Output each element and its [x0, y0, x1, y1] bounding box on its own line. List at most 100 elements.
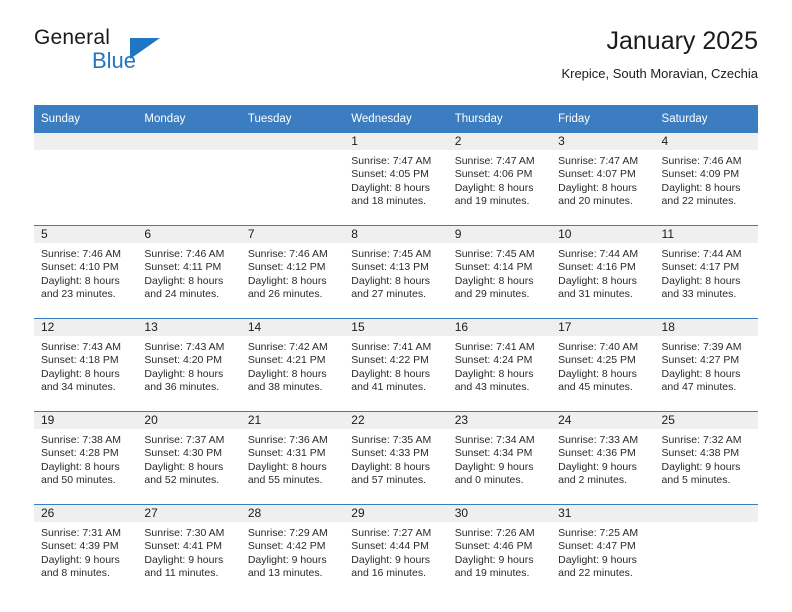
- calendar-day: 4 Sunrise: 7:46 AM Sunset: 4:09 PM Daylight…: [654, 133, 758, 225]
- calendar-day-empty: [654, 505, 758, 597]
- calendar-day-cell[interactable]: 12 Sunrise: 7:43 AM Sunset: 4:18 PM Dayligh…: [34, 318, 138, 412]
- day-number: 11: [654, 226, 758, 243]
- calendar-day: 17 Sunrise: 7:40 AM Sunset: 4:25 PM Dayligh…: [551, 319, 655, 411]
- calendar-day-cell[interactable]: 2 Sunrise: 7:47 AM Sunset: 4:06 PM Daylight…: [447, 132, 552, 226]
- sunrise-time: Sunrise: 7:37 AM: [144, 434, 225, 446]
- daylight-duration-line1: Daylight: 8 hours: [144, 460, 224, 473]
- calendar-day-empty: [240, 133, 345, 225]
- sunrise-time: Sunrise: 7:46 AM: [247, 248, 328, 260]
- calendar-day-cell[interactable]: 24 Sunrise: 7:33 AM Sunset: 4:36 PM Dayligh…: [551, 411, 655, 505]
- sunrise-time: Sunrise: 7:47 AM: [454, 155, 535, 167]
- sunrise-time: Sunrise: 7:32 AM: [661, 434, 742, 446]
- calendar-day-cell[interactable]: 13 Sunrise: 7:43 AM Sunset: 4:20 PM Dayligh…: [137, 318, 241, 412]
- calendar-day-cell[interactable]: 19 Sunrise: 7:38 AM Sunset: 4:28 PM Dayligh…: [34, 411, 138, 505]
- calendar-day-cell: [137, 132, 241, 226]
- sunrise-time: Sunrise: 7:31 AM: [41, 527, 121, 539]
- weekday-header-tuesday: Tuesday: [240, 105, 345, 133]
- daylight-duration-line1: Daylight: 8 hours: [41, 367, 120, 380]
- daylight-duration-line2: and 33 minutes.: [661, 288, 737, 301]
- daylight-duration-line2: and 24 minutes.: [144, 288, 220, 301]
- calendar-day-cell[interactable]: 17 Sunrise: 7:40 AM Sunset: 4:25 PM Dayligh…: [551, 318, 655, 412]
- daylight-duration-line2: and 57 minutes.: [351, 474, 426, 487]
- calendar-day-cell[interactable]: 6 Sunrise: 7:46 AM Sunset: 4:11 PM Daylight…: [137, 225, 241, 319]
- daylight-duration-line2: and 16 minutes.: [351, 567, 426, 580]
- day-number: 24: [551, 412, 655, 429]
- calendar-day-empty: [137, 133, 241, 225]
- calendar-day-cell[interactable]: 27 Sunrise: 7:30 AM Sunset: 4:41 PM Dayligh…: [137, 504, 241, 597]
- sunset-time: Sunset: 4:44 PM: [351, 540, 429, 553]
- calendar-day: 10 Sunrise: 7:44 AM Sunset: 4:16 PM Dayligh…: [551, 226, 655, 318]
- sunrise-time: Sunrise: 7:40 AM: [558, 341, 639, 353]
- daylight-duration-line2: and 13 minutes.: [247, 567, 323, 580]
- calendar-day-cell[interactable]: 18 Sunrise: 7:39 AM Sunset: 4:27 PM Dayligh…: [654, 318, 758, 412]
- sunset-time: Sunset: 4:38 PM: [661, 447, 740, 460]
- weekday-header-friday: Friday: [551, 105, 655, 133]
- sunset-time: Sunset: 4:39 PM: [41, 540, 119, 553]
- day-number: 1: [344, 133, 448, 150]
- daylight-duration-line2: and 29 minutes.: [454, 288, 530, 301]
- day-number: 15: [344, 319, 448, 336]
- day-number: 21: [240, 412, 345, 429]
- sunset-time: Sunset: 4:18 PM: [41, 354, 119, 367]
- day-number: 19: [34, 412, 138, 429]
- calendar-day-cell[interactable]: 26 Sunrise: 7:31 AM Sunset: 4:39 PM Dayligh…: [34, 504, 138, 597]
- day-details: Sunrise: 7:32 AM Sunset: 4:38 PM Daylight:…: [655, 429, 758, 488]
- calendar-day-cell[interactable]: 22 Sunrise: 7:35 AM Sunset: 4:33 PM Dayligh…: [344, 411, 448, 505]
- daylight-duration-line2: and 22 minutes.: [558, 567, 633, 580]
- sunrise-time: Sunrise: 7:29 AM: [247, 527, 328, 539]
- daylight-duration-line1: Daylight: 8 hours: [144, 367, 224, 380]
- calendar-day: 31 Sunrise: 7:25 AM Sunset: 4:47 PM Dayligh…: [551, 505, 655, 597]
- sunset-time: Sunset: 4:07 PM: [558, 168, 636, 181]
- calendar-day-cell[interactable]: 23 Sunrise: 7:34 AM Sunset: 4:34 PM Dayligh…: [447, 411, 552, 505]
- calendar-day-cell[interactable]: 16 Sunrise: 7:41 AM Sunset: 4:24 PM Dayligh…: [447, 318, 552, 412]
- sunrise-time: Sunrise: 7:44 AM: [558, 248, 639, 260]
- day-number: 10: [551, 226, 655, 243]
- day-details: Sunrise: 7:41 AM Sunset: 4:24 PM Daylight:…: [448, 336, 551, 395]
- sunset-time: Sunset: 4:09 PM: [661, 168, 740, 181]
- day-number: [34, 133, 138, 150]
- calendar-day-cell[interactable]: 31 Sunrise: 7:25 AM Sunset: 4:47 PM Dayligh…: [551, 504, 655, 597]
- day-details: Sunrise: 7:46 AM Sunset: 4:12 PM Daylight:…: [241, 243, 344, 302]
- calendar-day-cell[interactable]: 15 Sunrise: 7:41 AM Sunset: 4:22 PM Dayligh…: [344, 318, 448, 412]
- day-number: 7: [240, 226, 345, 243]
- calendar-day-cell[interactable]: 21 Sunrise: 7:36 AM Sunset: 4:31 PM Dayligh…: [240, 411, 345, 505]
- day-details: Sunrise: 7:30 AM Sunset: 4:41 PM Daylight:…: [137, 522, 240, 581]
- calendar-day-cell[interactable]: 25 Sunrise: 7:32 AM Sunset: 4:38 PM Dayligh…: [654, 411, 758, 505]
- day-number: 12: [34, 319, 138, 336]
- calendar-day-cell[interactable]: 28 Sunrise: 7:29 AM Sunset: 4:42 PM Dayligh…: [240, 504, 345, 597]
- calendar-day-cell[interactable]: 9 Sunrise: 7:45 AM Sunset: 4:14 PM Daylight…: [447, 225, 552, 319]
- sunrise-time: Sunrise: 7:27 AM: [351, 527, 432, 539]
- daylight-duration-line2: and 5 minutes.: [661, 474, 731, 487]
- calendar-day-cell[interactable]: 8 Sunrise: 7:45 AM Sunset: 4:13 PM Daylight…: [344, 225, 448, 319]
- calendar-page: General Blue January 2025 Krepice, South…: [0, 0, 792, 612]
- daylight-duration-line1: Daylight: 8 hours: [247, 460, 327, 473]
- sunset-time: Sunset: 4:41 PM: [144, 540, 223, 553]
- calendar-day-cell[interactable]: 11 Sunrise: 7:44 AM Sunset: 4:17 PM Dayligh…: [654, 225, 758, 319]
- calendar-day-cell[interactable]: 14 Sunrise: 7:42 AM Sunset: 4:21 PM Dayligh…: [240, 318, 345, 412]
- calendar-day-cell[interactable]: 7 Sunrise: 7:46 AM Sunset: 4:12 PM Daylight…: [240, 225, 345, 319]
- day-number: 17: [551, 319, 655, 336]
- calendar-day-cell[interactable]: 29 Sunrise: 7:27 AM Sunset: 4:44 PM Dayligh…: [344, 504, 448, 597]
- calendar-day-cell[interactable]: 30 Sunrise: 7:26 AM Sunset: 4:46 PM Dayligh…: [447, 504, 552, 597]
- calendar-day-cell[interactable]: 5 Sunrise: 7:46 AM Sunset: 4:10 PM Daylight…: [34, 225, 138, 319]
- calendar-day-cell[interactable]: 4 Sunrise: 7:46 AM Sunset: 4:09 PM Daylight…: [654, 132, 758, 226]
- weekday-header-sunday: Sunday: [34, 105, 138, 133]
- day-number: [654, 505, 758, 522]
- calendar-day: 6 Sunrise: 7:46 AM Sunset: 4:11 PM Daylight…: [137, 226, 241, 318]
- day-details: Sunrise: 7:43 AM Sunset: 4:20 PM Daylight:…: [137, 336, 240, 395]
- calendar-week-row: 19 Sunrise: 7:38 AM Sunset: 4:28 PM Dayligh…: [34, 411, 758, 505]
- sunrise-time: Sunrise: 7:44 AM: [661, 248, 742, 260]
- day-details: Sunrise: 7:29 AM Sunset: 4:42 PM Daylight:…: [241, 522, 344, 581]
- sunset-time: Sunset: 4:06 PM: [454, 168, 533, 181]
- calendar-day: 7 Sunrise: 7:46 AM Sunset: 4:12 PM Daylight…: [240, 226, 345, 318]
- calendar-day-cell[interactable]: 1 Sunrise: 7:47 AM Sunset: 4:05 PM Daylight…: [344, 132, 448, 226]
- calendar-day-cell[interactable]: 10 Sunrise: 7:44 AM Sunset: 4:16 PM Dayligh…: [551, 225, 655, 319]
- calendar-day: 12 Sunrise: 7:43 AM Sunset: 4:18 PM Dayligh…: [34, 319, 138, 411]
- day-number: [240, 133, 345, 150]
- daylight-duration-line1: Daylight: 8 hours: [661, 367, 741, 380]
- calendar-day: 19 Sunrise: 7:38 AM Sunset: 4:28 PM Dayligh…: [34, 412, 138, 504]
- calendar-day: 1 Sunrise: 7:47 AM Sunset: 4:05 PM Daylight…: [344, 133, 448, 225]
- sunrise-time: Sunrise: 7:45 AM: [454, 248, 535, 260]
- calendar-day-cell[interactable]: 20 Sunrise: 7:37 AM Sunset: 4:30 PM Dayligh…: [137, 411, 241, 505]
- calendar-day-cell[interactable]: 3 Sunrise: 7:47 AM Sunset: 4:07 PM Daylight…: [551, 132, 655, 226]
